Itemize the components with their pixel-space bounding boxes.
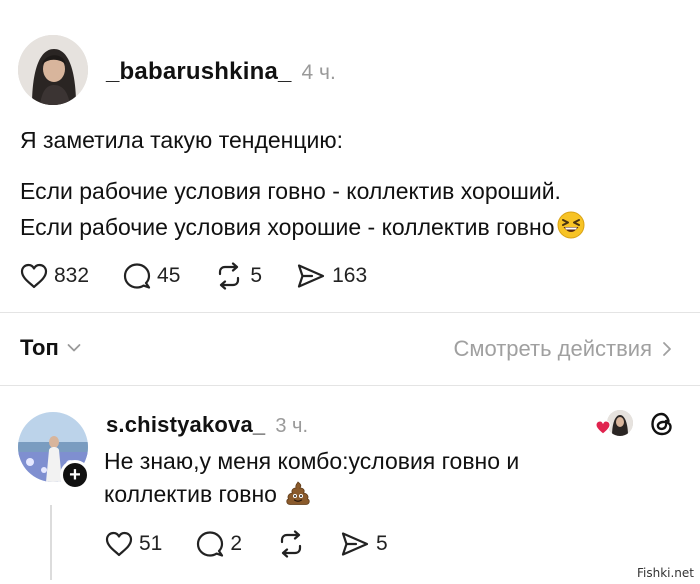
view-activity-link[interactable]: Смотреть действия	[453, 336, 672, 362]
watermark: Fishki.net	[636, 566, 694, 580]
pile-of-poo-icon	[285, 480, 311, 514]
comment-count: 2	[230, 532, 243, 555]
post: _babarushkina_ 4 ч. Я заметила такую тен…	[0, 0, 700, 300]
threads-logo-icon[interactable]	[648, 410, 676, 438]
send-icon	[297, 264, 325, 288]
like-count: 832	[54, 264, 90, 287]
heart-icon	[20, 263, 48, 289]
chevron-down-icon	[67, 344, 81, 352]
reply-actions: 51 2 5	[105, 530, 422, 558]
reply-text-line-content: коллектив говно	[104, 481, 277, 507]
divider	[0, 312, 700, 313]
share-count: 163	[332, 264, 368, 287]
reply-header: s.chistyakova_ 3 ч.	[106, 412, 308, 438]
chevron-right-icon	[663, 342, 671, 356]
avatar[interactable]	[18, 35, 88, 105]
username[interactable]: s.chistyakova_	[106, 412, 265, 438]
comment-icon	[123, 263, 151, 289]
repost-button[interactable]	[276, 530, 306, 558]
like-button[interactable]: 51	[105, 531, 162, 557]
heart-icon	[105, 531, 133, 557]
view-activity-label: Смотреть действия	[453, 336, 652, 361]
share-button[interactable]: 5	[340, 531, 388, 557]
sort-bar: Топ Смотреть действия	[0, 330, 700, 370]
like-button[interactable]: 832	[20, 263, 89, 289]
follow-plus-button[interactable]: +	[60, 460, 90, 490]
sort-dropdown[interactable]: Топ	[20, 335, 81, 361]
repost-count: 5	[250, 264, 263, 287]
sort-label: Топ	[20, 335, 59, 360]
post-actions: 832 45 5 163	[20, 262, 401, 290]
post-header: _babarushkina_ 4 ч.	[106, 58, 336, 86]
comment-count: 45	[157, 264, 181, 287]
like-count: 51	[139, 532, 163, 555]
post-text-line-content: Если рабочие условия хорошие - коллектив…	[20, 214, 555, 240]
reply-text-line: коллектив говно	[104, 478, 311, 514]
post-text-line: Если рабочие условия хорошие - коллектив…	[20, 211, 585, 246]
thread-line	[50, 505, 52, 580]
reply: + s.chistyakova_ 3 ч. Не знаю,у меня ком…	[0, 390, 700, 584]
timestamp: 3 ч.	[275, 415, 309, 437]
username[interactable]: _babarushkina_	[106, 58, 292, 86]
comment-button[interactable]: 2	[196, 530, 242, 558]
avatar-photo	[18, 35, 88, 105]
post-text-line: Если рабочие условия говно - коллектив х…	[20, 178, 561, 204]
send-icon	[341, 532, 369, 556]
reply-text-line: Не знаю,у меня комбо:условия говно и	[104, 448, 520, 474]
comment-button[interactable]: 45	[123, 262, 180, 290]
share-button[interactable]: 163	[296, 263, 367, 289]
plus-icon: +	[69, 464, 81, 486]
author-liked-indicator	[595, 410, 635, 440]
repost-icon	[280, 530, 302, 558]
comment-icon	[197, 531, 224, 557]
heart-filled-icon	[595, 420, 611, 435]
divider	[0, 385, 700, 386]
repost-icon	[219, 262, 240, 290]
timestamp: 4 ч.	[301, 61, 336, 84]
share-count: 5	[376, 532, 388, 555]
grinning-squinting-face-icon	[557, 211, 585, 246]
repost-button[interactable]: 5	[214, 262, 262, 290]
post-text-line: Я заметила такую тенденцию:	[20, 127, 344, 153]
